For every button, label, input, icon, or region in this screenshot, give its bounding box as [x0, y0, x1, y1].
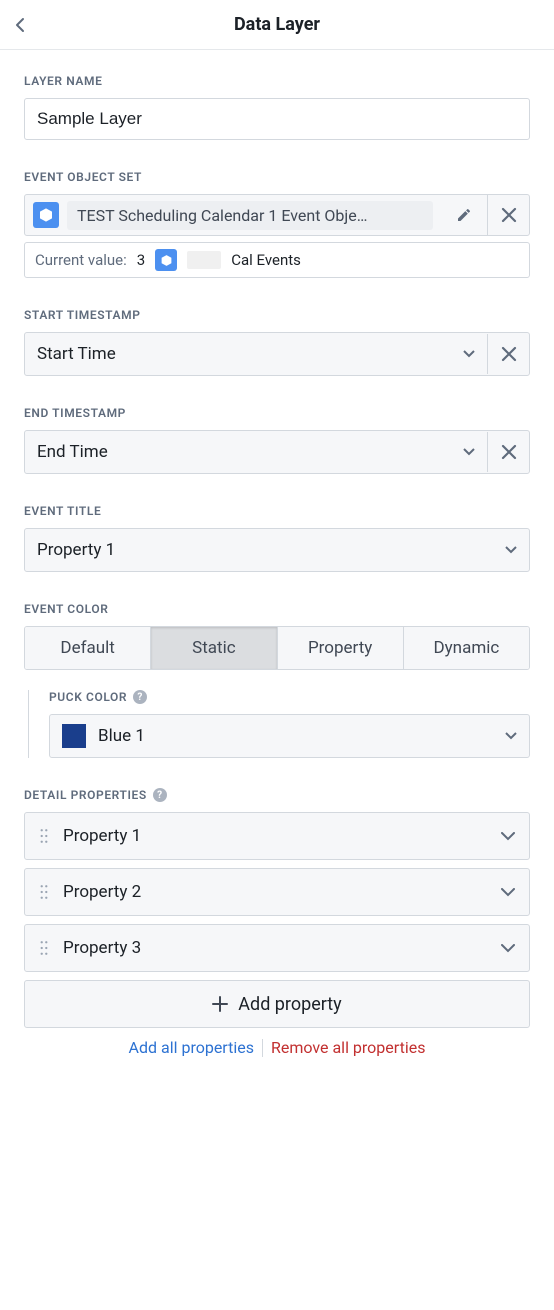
- event-color-label: EVENT COLOR: [24, 602, 530, 616]
- caret-down-icon: [505, 732, 517, 740]
- add-property-label: Add property: [238, 994, 341, 1015]
- pencil-icon: [456, 207, 472, 223]
- start-timestamp-label: START TIMESTAMP: [24, 308, 530, 322]
- clear-end-timestamp-button[interactable]: [487, 432, 529, 472]
- event-color-segmented: Default Static Property Dynamic: [24, 626, 530, 670]
- chevron-down-icon: [501, 944, 515, 953]
- close-icon: [501, 207, 517, 223]
- end-timestamp-value: End Time: [37, 442, 108, 462]
- add-property-button[interactable]: Add property: [24, 980, 530, 1028]
- panel-header: Data Layer: [0, 0, 554, 50]
- chevron-down-icon: [501, 832, 515, 841]
- event-object-set-label: EVENT OBJECT SET: [24, 170, 530, 184]
- cube-icon: [155, 249, 177, 271]
- event-title-value: Property 1: [37, 540, 115, 560]
- close-icon: [501, 346, 517, 362]
- end-timestamp-select[interactable]: End Time: [25, 442, 487, 462]
- event-title-label: EVENT TITLE: [24, 504, 530, 518]
- close-icon: [501, 444, 517, 460]
- detail-properties-label: DETAIL PROPERTIES ?: [24, 788, 530, 802]
- current-value-suffix: Cal Events: [231, 251, 301, 269]
- puck-color-value: Blue 1: [98, 726, 493, 746]
- plus-icon: [212, 996, 228, 1012]
- detail-property-value: Property 3: [63, 938, 487, 958]
- current-value-label: Current value:: [35, 251, 127, 269]
- caret-down-icon: [463, 350, 475, 358]
- event-object-set-value: TEST Scheduling Calendar 1 Event Obje…: [67, 201, 433, 230]
- event-title-select[interactable]: Property 1: [25, 540, 529, 560]
- page-title: Data Layer: [40, 14, 554, 35]
- clear-start-timestamp-button[interactable]: [487, 334, 529, 374]
- help-icon[interactable]: ?: [153, 788, 167, 802]
- add-all-properties-link[interactable]: Add all properties: [129, 1038, 254, 1057]
- detail-property-item[interactable]: Property 1: [24, 812, 530, 860]
- drag-handle-icon[interactable]: [39, 940, 49, 956]
- chevron-down-icon: [501, 888, 515, 897]
- property-links-row: Add all properties Remove all properties: [24, 1038, 530, 1057]
- layer-name-input[interactable]: [24, 98, 530, 140]
- event-object-set-field: TEST Scheduling Calendar 1 Event Obje…: [24, 194, 530, 236]
- detail-property-item[interactable]: Property 2: [24, 868, 530, 916]
- puck-color-select[interactable]: Blue 1: [49, 714, 530, 758]
- current-value-count: 3: [137, 251, 145, 269]
- end-timestamp-label: END TIMESTAMP: [24, 406, 530, 420]
- color-swatch: [62, 724, 86, 748]
- event-title-row: Property 1: [24, 528, 530, 572]
- seg-property[interactable]: Property: [278, 627, 404, 669]
- detail-property-item[interactable]: Property 3: [24, 924, 530, 972]
- back-button[interactable]: [0, 0, 40, 50]
- seg-static[interactable]: Static: [151, 627, 277, 669]
- help-icon[interactable]: ?: [133, 690, 147, 704]
- seg-default[interactable]: Default: [25, 627, 151, 669]
- seg-dynamic[interactable]: Dynamic: [404, 627, 529, 669]
- end-timestamp-row: End Time: [24, 430, 530, 474]
- puck-color-label: PUCK COLOR ?: [49, 690, 530, 704]
- edit-button[interactable]: [441, 207, 487, 223]
- start-timestamp-select[interactable]: Start Time: [25, 344, 487, 364]
- current-value-row: Current value: 3 Cal Events: [24, 242, 530, 278]
- caret-down-icon: [463, 448, 475, 456]
- drag-handle-icon[interactable]: [39, 828, 49, 844]
- remove-all-properties-link[interactable]: Remove all properties: [271, 1038, 425, 1057]
- event-object-set-chip[interactable]: TEST Scheduling Calendar 1 Event Obje…: [25, 201, 441, 230]
- caret-down-icon: [505, 546, 517, 554]
- cube-icon: [33, 202, 59, 228]
- redacted-segment: [187, 251, 221, 269]
- detail-property-value: Property 1: [63, 826, 487, 846]
- start-timestamp-value: Start Time: [37, 344, 116, 364]
- link-separator: [262, 1039, 263, 1057]
- clear-object-set-button[interactable]: [487, 195, 529, 235]
- layer-name-label: LAYER NAME: [24, 74, 530, 88]
- drag-handle-icon[interactable]: [39, 884, 49, 900]
- detail-property-value: Property 2: [63, 882, 487, 902]
- chevron-left-icon: [15, 17, 25, 33]
- start-timestamp-row: Start Time: [24, 332, 530, 376]
